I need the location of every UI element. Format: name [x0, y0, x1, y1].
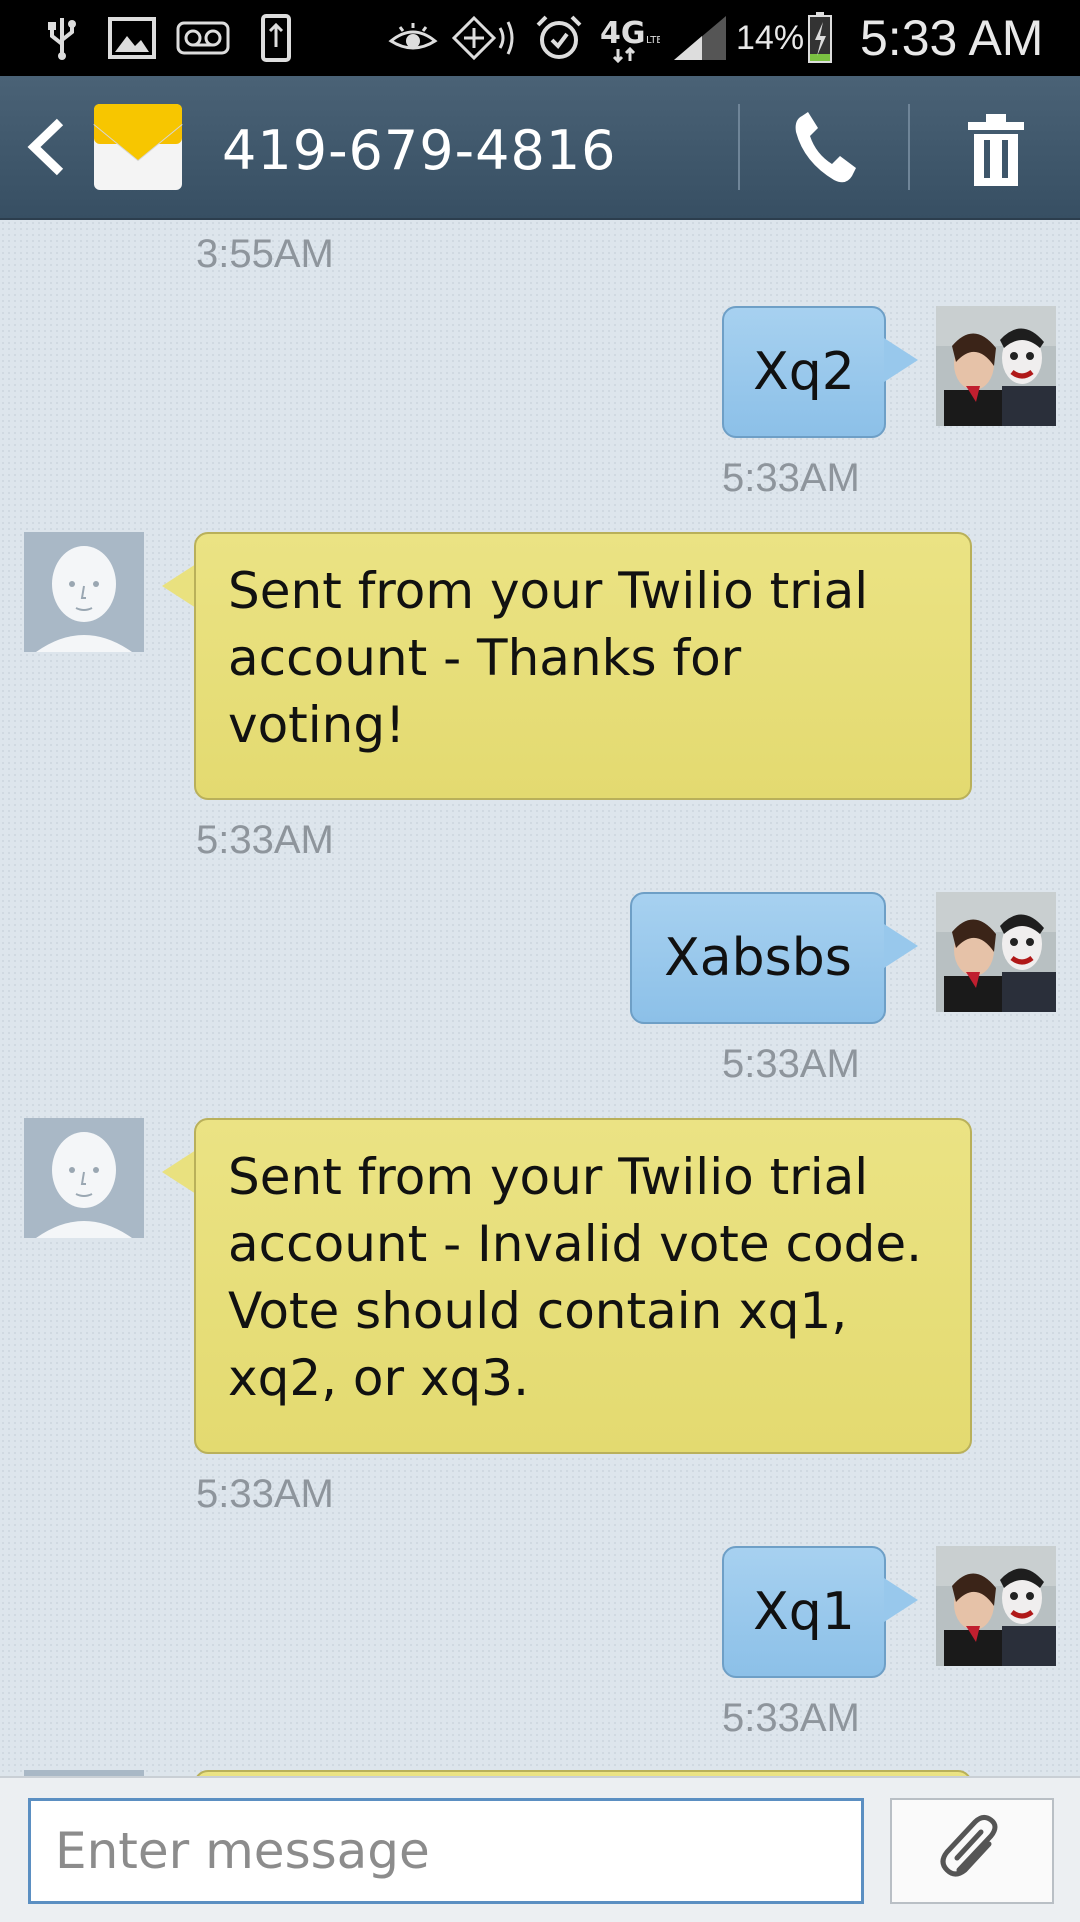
paperclip-icon: [937, 1814, 1007, 1889]
gallery-icon: [106, 14, 158, 62]
outgoing-message-bubble[interactable]: Xabsbs: [630, 892, 886, 1024]
message-composer: Enter message: [0, 1776, 1080, 1922]
message-line: Vote should contain xq1,: [228, 1282, 848, 1340]
outgoing-message-bubble[interactable]: Xq2: [722, 306, 886, 438]
message-time: 5:33AM: [196, 1472, 334, 1516]
message-time: 5:33AM: [722, 456, 860, 500]
message-timestamp: 3:55AM: [196, 232, 334, 276]
voicemail-icon: [176, 14, 230, 62]
message-time: 5:33AM: [722, 1042, 860, 1086]
trash-icon[interactable]: [964, 106, 1028, 190]
back-icon[interactable]: [22, 116, 72, 178]
message-line: account - Thanks for: [228, 629, 742, 687]
message-line: account - Invalid vote code.: [228, 1215, 923, 1273]
incoming-message-bubble[interactable]: Sent from your Twilio trial account - Th…: [194, 532, 972, 800]
message-line: xq2, or xq3.: [228, 1349, 530, 1407]
message-app-icon: [92, 102, 184, 192]
battery-percent: 14%: [736, 19, 805, 57]
message-input[interactable]: Enter message: [28, 1798, 864, 1904]
network-4g-icon: 4G LTE: [600, 14, 660, 63]
message-line: Sent from your Twilio trial: [228, 1148, 869, 1206]
contact-avatar: [24, 532, 144, 652]
contact-avatar: [24, 1118, 144, 1238]
svg-text:4G: 4G: [600, 16, 646, 51]
message-time: 5:33AM: [722, 1696, 860, 1740]
message-line: voting!: [228, 696, 406, 754]
usb-icon: [38, 14, 86, 62]
contact-number: 419-679-4816: [222, 119, 617, 182]
bubble-tail: [162, 564, 196, 608]
conversation-list[interactable]: 3:55AM Xq2 5:33AM Sent from your Twilio …: [0, 220, 1080, 1776]
nfc-icon: [450, 14, 520, 62]
message-time: 5:33AM: [196, 818, 334, 862]
outgoing-message-bubble[interactable]: Xq1: [722, 1546, 886, 1678]
bubble-tail: [884, 338, 918, 382]
battery-charging-icon: [806, 12, 834, 63]
status-bar: 4G LTE 14% 5:33 AM: [0, 0, 1080, 76]
call-icon[interactable]: [786, 106, 866, 190]
eye-icon: [388, 14, 438, 62]
alarm-icon: [534, 14, 584, 62]
message-line: Sent from your Twilio trial: [228, 562, 869, 620]
bubble-tail: [884, 924, 918, 968]
header-divider: [738, 104, 740, 190]
my-avatar: [936, 306, 1056, 426]
svg-text:LTE: LTE: [646, 35, 660, 46]
bubble-tail: [162, 1150, 196, 1194]
incoming-message-bubble[interactable]: Sent from your Twilio trial account - In…: [194, 1118, 972, 1454]
header-divider: [908, 104, 910, 190]
phone-update-icon: [258, 14, 294, 62]
my-avatar: [936, 1546, 1056, 1666]
signal-icon: [672, 14, 728, 62]
attach-button[interactable]: [890, 1798, 1054, 1904]
status-time: 5:33 AM: [860, 10, 1044, 66]
conversation-header: 419-679-4816: [0, 76, 1080, 220]
bubble-tail: [884, 1578, 918, 1622]
my-avatar: [936, 892, 1056, 1012]
